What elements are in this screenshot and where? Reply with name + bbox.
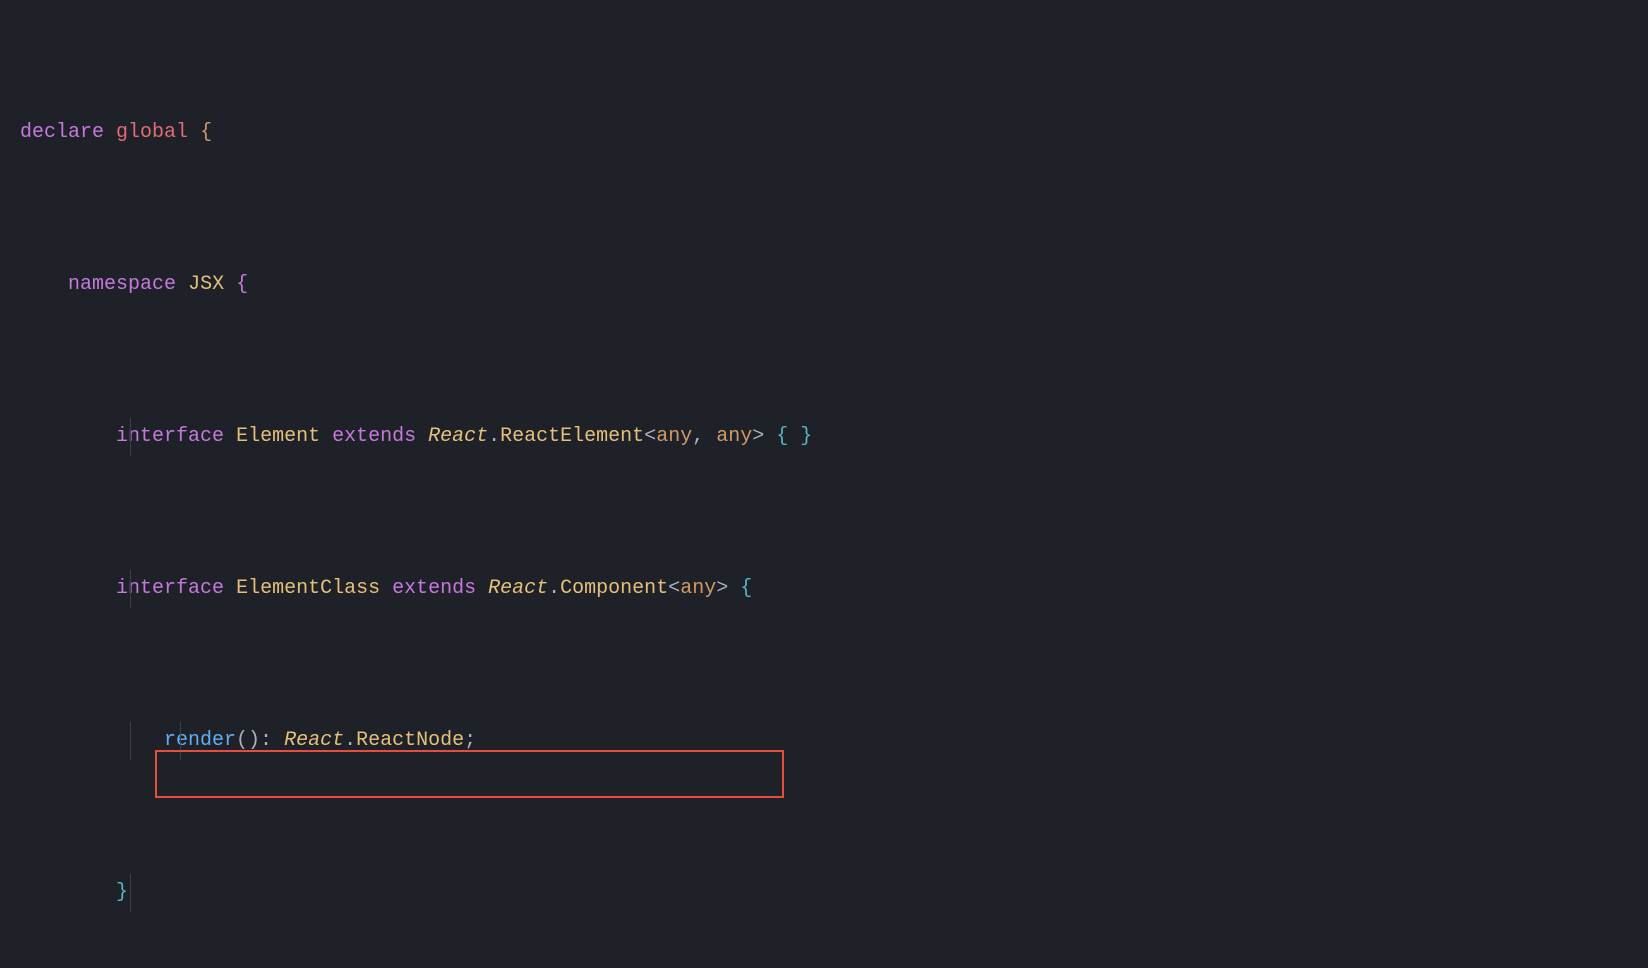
keyword-namespace: namespace <box>68 273 176 296</box>
keyword-interface: interface <box>116 425 224 448</box>
type-component: Component <box>560 577 668 600</box>
keyword-global: global <box>116 121 188 144</box>
type-elementclass: ElementClass <box>236 577 380 600</box>
type-any: any <box>716 425 752 448</box>
identifier-jsx: JSX <box>188 273 224 296</box>
namespace-react: React <box>428 425 488 448</box>
code-line: namespace JSX { <box>0 266 1648 304</box>
keyword-extends: extends <box>332 425 416 448</box>
keyword-extends: extends <box>392 577 476 600</box>
namespace-react: React <box>284 729 344 752</box>
code-line: interface Element extends React.ReactEle… <box>0 418 1648 456</box>
brace: } <box>116 881 128 904</box>
braces: { } <box>764 425 812 448</box>
code-line: } <box>0 874 1648 912</box>
keyword-interface: interface <box>116 577 224 600</box>
keyword-declare: declare <box>20 121 104 144</box>
type-any: any <box>680 577 716 600</box>
code-line: declare global { <box>0 114 1648 152</box>
type-reactelement: ReactElement <box>500 425 644 448</box>
code-line: render(): React.ReactNode; <box>0 722 1648 760</box>
type-any: any <box>656 425 692 448</box>
brace: { <box>236 273 248 296</box>
brace: { <box>200 121 212 144</box>
namespace-react: React <box>488 577 548 600</box>
code-editor[interactable]: declare global { namespace JSX { interfa… <box>0 0 1648 968</box>
code-line: interface ElementClass extends React.Com… <box>0 570 1648 608</box>
type-reactnode: ReactNode <box>356 729 464 752</box>
brace: { <box>728 577 752 600</box>
method-render: render <box>164 729 236 752</box>
type-element: Element <box>236 425 320 448</box>
